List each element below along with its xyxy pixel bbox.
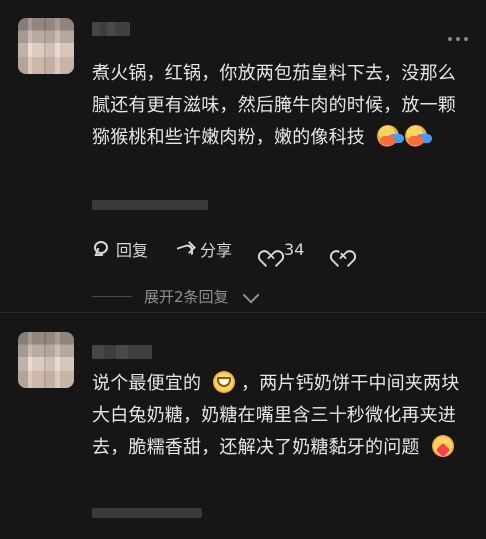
grin-emoji-icon <box>213 371 236 393</box>
comment-body-part-1: 说个最便宜的 <box>92 373 202 394</box>
comment-actions: 回复 分享 34 <box>92 237 350 261</box>
heart-eyes-emoji-icon <box>431 435 454 457</box>
comment-1: 煮火锅，红锅，你放两包茄皇料下去，没那么腻还有更有滋味，然后腌牛肉的时候，放一颗… <box>0 0 486 312</box>
hug-emoji-icon <box>404 125 427 147</box>
username-redacted[interactable] <box>92 345 152 359</box>
share-label: 分享 <box>200 241 233 260</box>
avatar[interactable] <box>18 18 74 74</box>
like-count: 34 <box>284 239 305 259</box>
avatar[interactable] <box>18 332 74 388</box>
expand-divider <box>92 296 132 297</box>
reply-button[interactable]: 回复 <box>92 237 148 261</box>
more-options[interactable] <box>448 37 468 41</box>
chevron-down-icon <box>242 286 260 303</box>
username-redacted[interactable] <box>92 22 130 36</box>
heart-icon <box>260 240 278 258</box>
more-dot-icon <box>456 37 460 41</box>
expand-replies[interactable]: 展开2条回复 <box>92 286 260 307</box>
more-dot-icon <box>464 37 468 41</box>
comment-meta-redacted <box>92 508 202 518</box>
comment-2: 说个最便宜的 ，两片钙奶饼干中间夹两块大白兔奶糖，奶糖在嘴里含三十秒微化再夹进去… <box>0 312 486 539</box>
reply-icon <box>92 240 110 258</box>
comment-text: 说个最便宜的 ，两片钙奶饼干中间夹两块大白兔奶糖，奶糖在嘴里含三十秒微化再夹进去… <box>92 368 462 464</box>
share-button[interactable]: 分享 <box>176 237 232 261</box>
reply-label: 回复 <box>116 241 149 260</box>
share-icon <box>176 240 194 258</box>
hug-emoji-icon <box>376 125 399 147</box>
comment-meta-redacted <box>92 200 208 210</box>
comment-text: 煮火锅，红锅，你放两包茄皇料下去，没那么腻还有更有滋味，然后腌牛肉的时候，放一颗… <box>92 58 462 154</box>
dislike-button[interactable] <box>332 240 350 258</box>
broken-heart-icon <box>332 240 350 258</box>
more-dot-icon <box>448 37 452 41</box>
expand-label: 展开2条回复 <box>144 288 229 306</box>
comment-body: 煮火锅，红锅，你放两包茄皇料下去，没那么腻还有更有滋味，然后腌牛肉的时候，放一颗… <box>92 63 456 148</box>
like-button[interactable]: 34 <box>260 240 304 259</box>
